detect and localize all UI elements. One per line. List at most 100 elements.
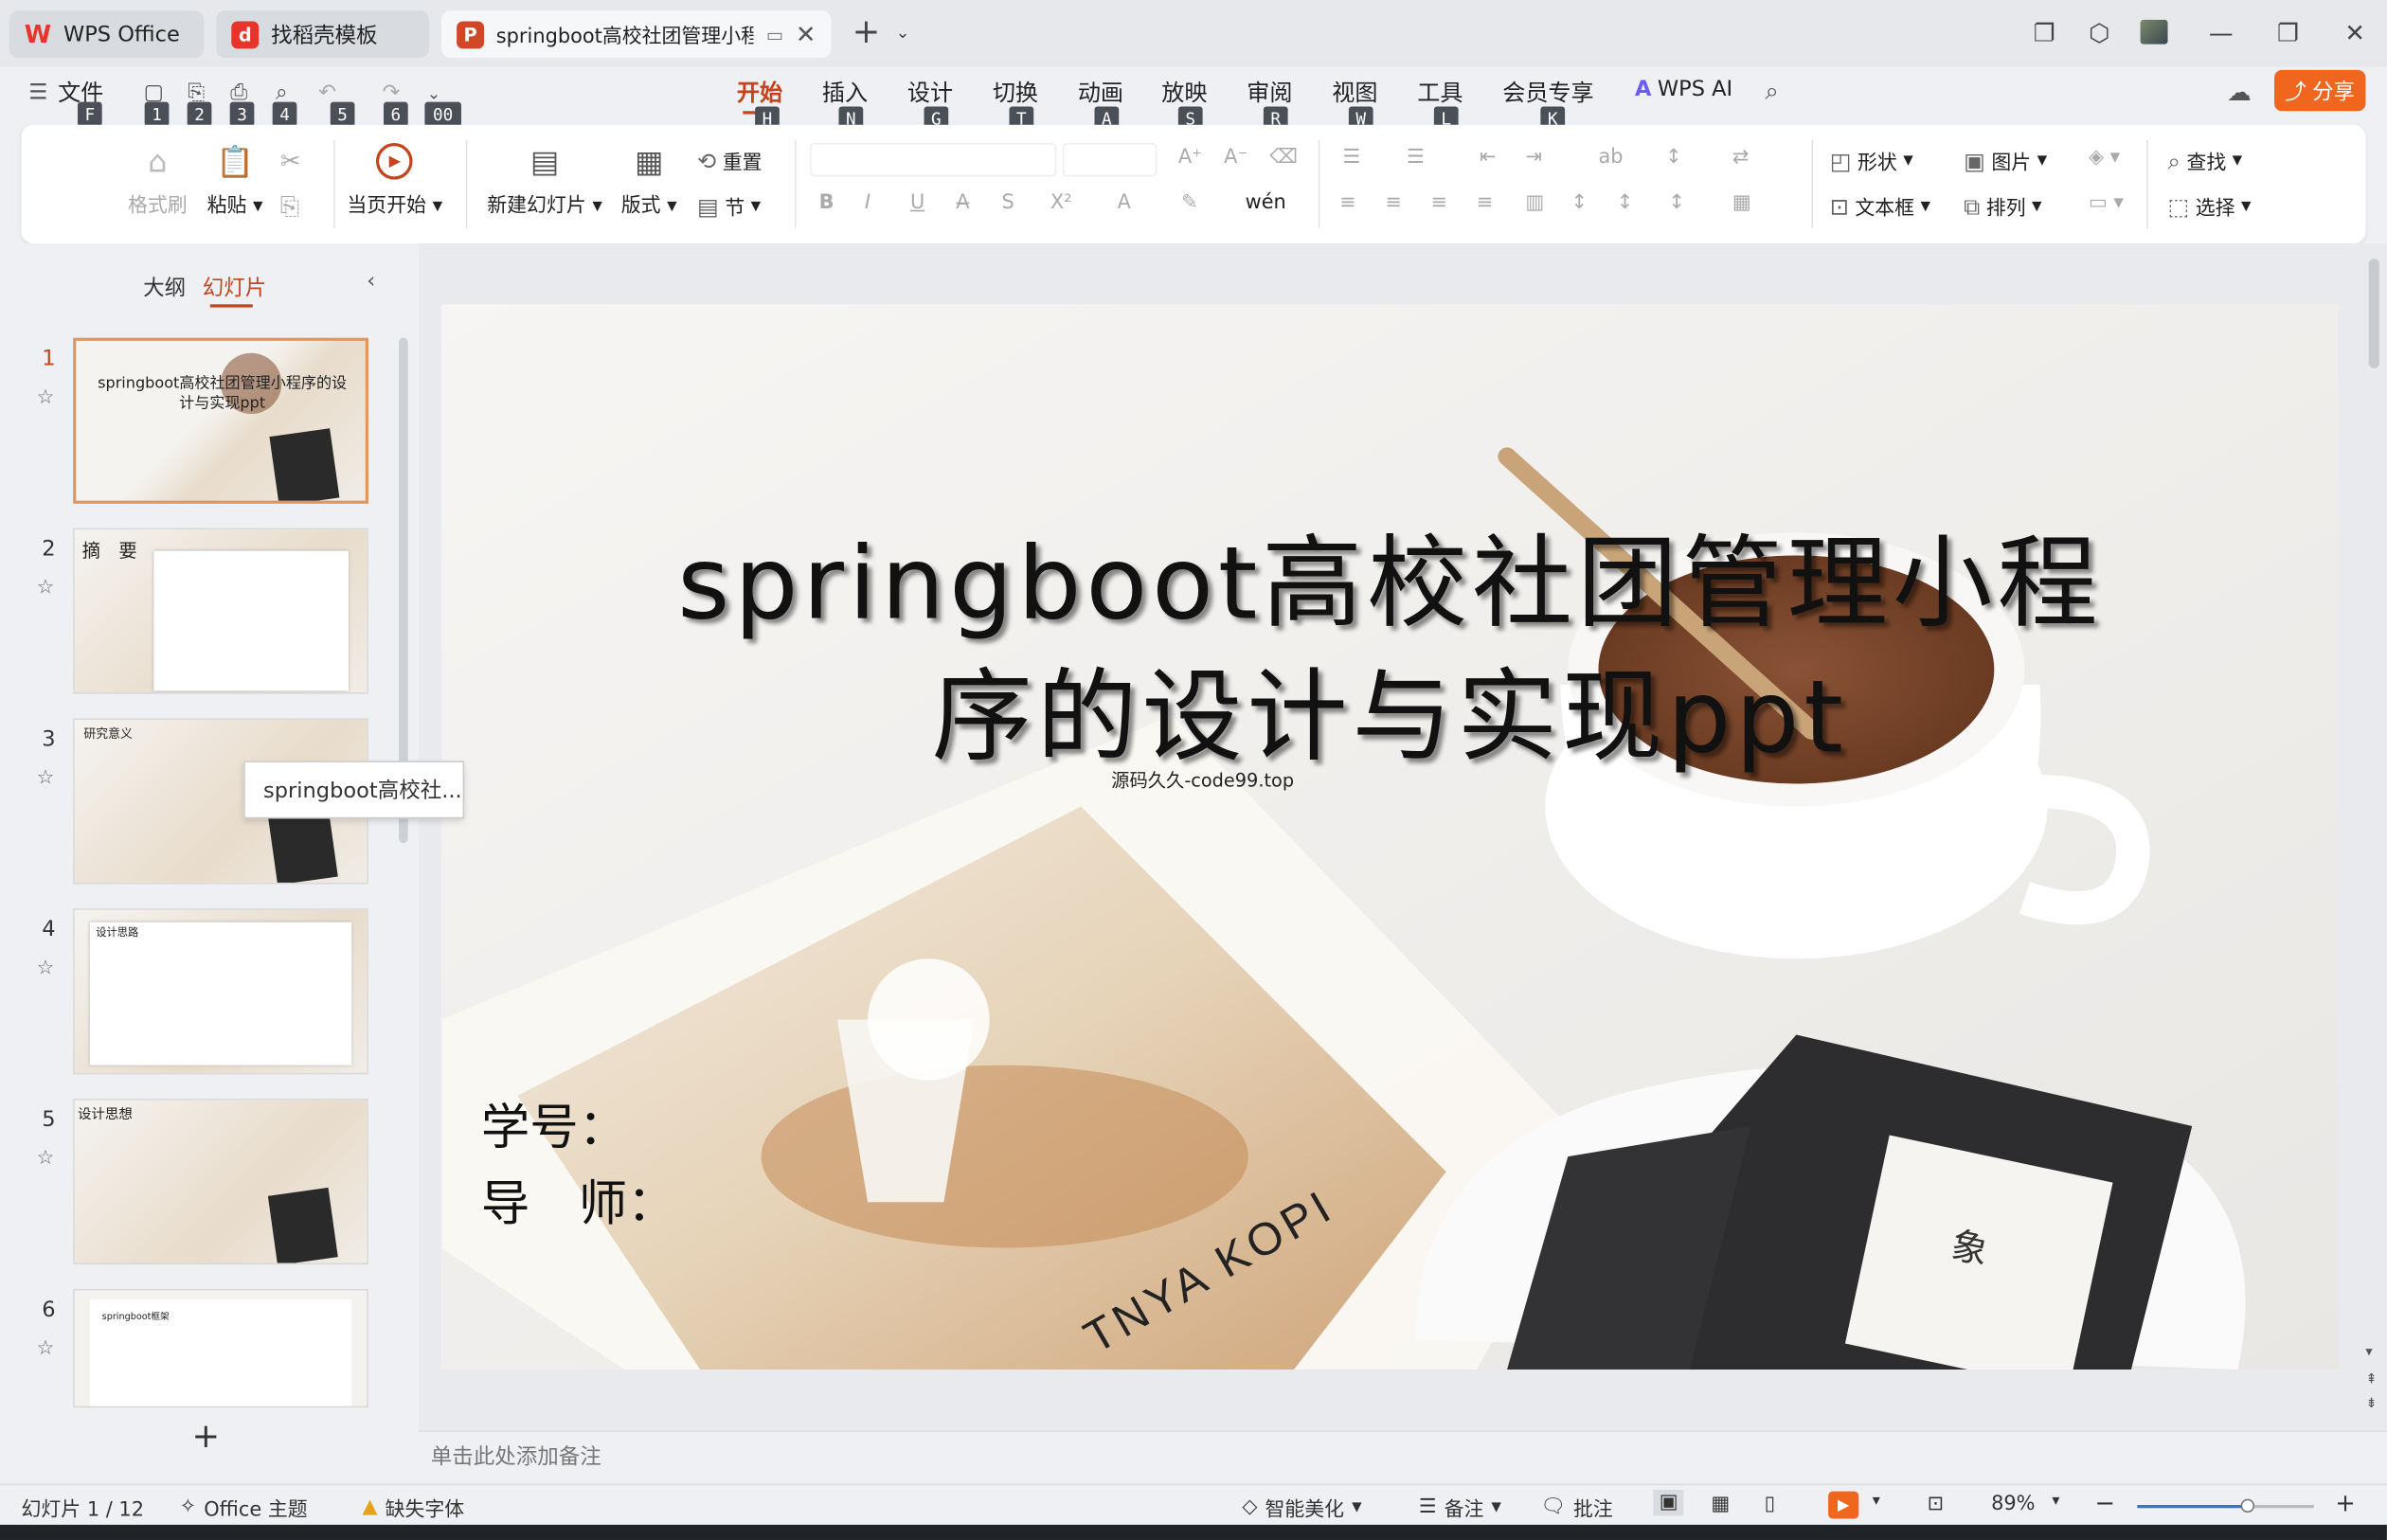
current-slide[interactable]: 象 TNYA KOPI springboot高校社团管理小程 序的设计与实现pp… [441,304,2339,1370]
fill-icon[interactable]: ◈ ▾ [2089,146,2120,169]
reset-button[interactable]: ⟲ 重置 [697,146,762,175]
clear-format-icon[interactable]: ⌫ [1269,146,1298,169]
slide-counter[interactable]: 幻灯片 1 / 12 [21,1493,144,1522]
theme-button[interactable]: ✧ Office 主题 [180,1493,308,1521]
section-button[interactable]: ▤ 节 ▾ [697,191,761,221]
chevron-down-icon[interactable]: ▾ [2052,1493,2059,1510]
wps-ai-button[interactable]: A WPS AI [1635,78,1732,102]
convert-icon[interactable]: ⇄ [1732,146,1750,169]
cube-icon[interactable]: ⬡ [2083,15,2116,48]
reading-view-icon[interactable]: ▯ [1765,1493,1776,1515]
missing-font-button[interactable]: ▲ 缺失字体 [362,1493,464,1521]
prev-slide-icon[interactable]: ⇞ [2365,1372,2377,1388]
tab-current-document[interactable]: P springboot高校社团管理小程 ▭ ✕ [441,10,832,59]
canvas-scrollbar[interactable] [2368,259,2379,368]
avatar[interactable] [2137,15,2170,48]
beautify-button[interactable]: ◇ 智能美化 ▾ [1242,1493,1361,1521]
font-size-select[interactable] [1062,143,1158,177]
zoom-slider-handle[interactable] [2240,1498,2254,1513]
next-slide-icon[interactable]: ⇟ [2365,1397,2377,1412]
cut-icon[interactable]: ✂ [280,146,301,175]
align-left-icon[interactable]: ≡ [1339,191,1356,214]
copy-icon[interactable]: ⎘ [280,191,300,222]
strikethrough-icon[interactable]: A [956,191,969,214]
notes-placeholder[interactable]: 单击此处添加备注 [431,1442,601,1472]
spacing-icon[interactable]: ↕ [1668,191,1685,214]
align-right-icon[interactable]: ≡ [1431,191,1448,214]
add-slide-icon[interactable]: + [191,1418,220,1456]
new-slide-button[interactable]: ▤ 新建幻灯片 ▾ [487,143,602,218]
tab-animations[interactable]: 动画 [1078,76,1123,108]
fit-window-icon[interactable]: ⊡ [1928,1493,1945,1515]
tab-tools[interactable]: 工具 [1417,76,1463,108]
play-slideshow-button[interactable]: ▶ [1828,1491,1859,1519]
shape-button[interactable]: ◰ 形状 ▾ [1830,146,1913,175]
sort-icon[interactable]: ↕ [1665,146,1682,169]
font-color-icon[interactable]: A [1118,191,1131,214]
slide-thumbnail-6[interactable]: springboot框架 [73,1288,368,1408]
columns-icon[interactable]: ▦ [1732,191,1751,214]
star-icon[interactable]: ☆ [37,1147,55,1170]
find-button[interactable]: ⌕ 查找 ▾ [2168,146,2243,175]
arrange-button[interactable]: ⧉ 排列 ▾ [1964,191,2041,221]
textbox-button[interactable]: ⊡ 文本框 ▾ [1830,191,1930,221]
outline-icon[interactable]: ▭ ▾ [2089,191,2124,214]
close-window-icon[interactable]: ✕ [2339,15,2372,48]
student-id-label[interactable]: 学号： [481,1089,627,1159]
tab-slideshow[interactable]: 放映 [1161,76,1207,108]
zoom-percent[interactable]: 89% [1991,1493,2035,1515]
slide-thumbnail-5[interactable]: 设计思想 [73,1099,368,1265]
minimize-icon[interactable]: — [2204,15,2237,48]
tab-wps-office[interactable]: W WPS Office [9,10,205,59]
zoom-slider[interactable] [2137,1498,2314,1513]
text-direction-icon[interactable]: ab [1598,146,1623,169]
collapse-panel-icon[interactable]: ‹ [367,269,375,294]
grid-view-icon[interactable]: ▦ [1711,1493,1730,1515]
select-button[interactable]: ⬚ 选择 ▾ [2168,191,2252,221]
tab-review[interactable]: 审阅 [1247,76,1292,108]
new-tab-icon[interactable]: + [850,13,883,51]
decrease-font-icon[interactable]: A⁻ [1224,146,1247,169]
maximize-icon[interactable]: ❐ [2271,15,2305,48]
tab-transitions[interactable]: 切换 [993,76,1038,108]
star-icon[interactable]: ☆ [37,958,55,980]
numbered-list-icon[interactable]: ☰ [1407,146,1425,169]
bold-icon[interactable]: B [819,191,835,214]
tab-insert[interactable]: 插入 [822,76,868,108]
star-icon[interactable]: ☆ [37,386,55,409]
slide-title-line2[interactable]: 序的设计与实现ppt [441,652,2338,785]
cloud-upload-icon[interactable]: ☁ [2226,77,2253,106]
picture-button[interactable]: ▣ 图片 ▾ [1964,146,2047,175]
tab-view[interactable]: 视图 [1332,76,1377,108]
zoom-in-icon[interactable]: + [2335,1488,2356,1517]
scroll-down-icon[interactable]: ▾ [2365,1345,2372,1360]
paste-button[interactable]: 📋 粘贴 ▾ [207,143,263,218]
highlight-icon[interactable]: ✎ [1181,191,1198,214]
slide-thumbnail-2[interactable]: 摘 要 [73,528,368,694]
font-family-select[interactable] [809,143,1057,177]
chevron-down-icon[interactable]: ⌄ [886,15,919,48]
tab-outline[interactable]: 大纲 [143,273,186,303]
increase-indent-icon[interactable]: ⇥ [1525,146,1542,169]
close-tab-icon[interactable]: ✕ [796,20,817,49]
tab-home[interactable]: 开始 [737,76,782,115]
superscript-icon[interactable]: X² [1050,191,1072,214]
format-painter-button[interactable]: ⌂ 格式刷 [128,143,188,218]
decrease-indent-icon[interactable]: ⇤ [1480,146,1497,169]
italic-icon[interactable]: I [865,191,870,214]
window-restore-icon[interactable]: ❐ [2028,15,2061,48]
advisor-label[interactable]: 导 师： [481,1166,676,1236]
comments-button[interactable]: 🗨 批注 [1540,1493,1612,1521]
star-icon[interactable]: ☆ [37,1337,55,1360]
notes-area[interactable]: 单击此处添加备注 [418,1430,2387,1484]
paragraph-spacing-icon[interactable]: ↕ [1617,191,1634,214]
layout-button[interactable]: ▦ 版式 ▾ [621,143,677,218]
star-icon[interactable]: ☆ [37,767,55,790]
line-spacing-icon[interactable]: ↕ [1571,191,1588,214]
share-button[interactable]: ⤴ 分享 [2274,69,2366,112]
tab-member[interactable]: 会员专享 [1502,76,1593,108]
increase-font-icon[interactable]: A⁺ [1178,146,1202,169]
search-icon[interactable]: ⌕ [1758,76,1786,105]
slide-title-line1[interactable]: springboot高校社团管理小程 [441,517,2338,651]
chevron-down-icon[interactable]: ▾ [1873,1493,1880,1510]
